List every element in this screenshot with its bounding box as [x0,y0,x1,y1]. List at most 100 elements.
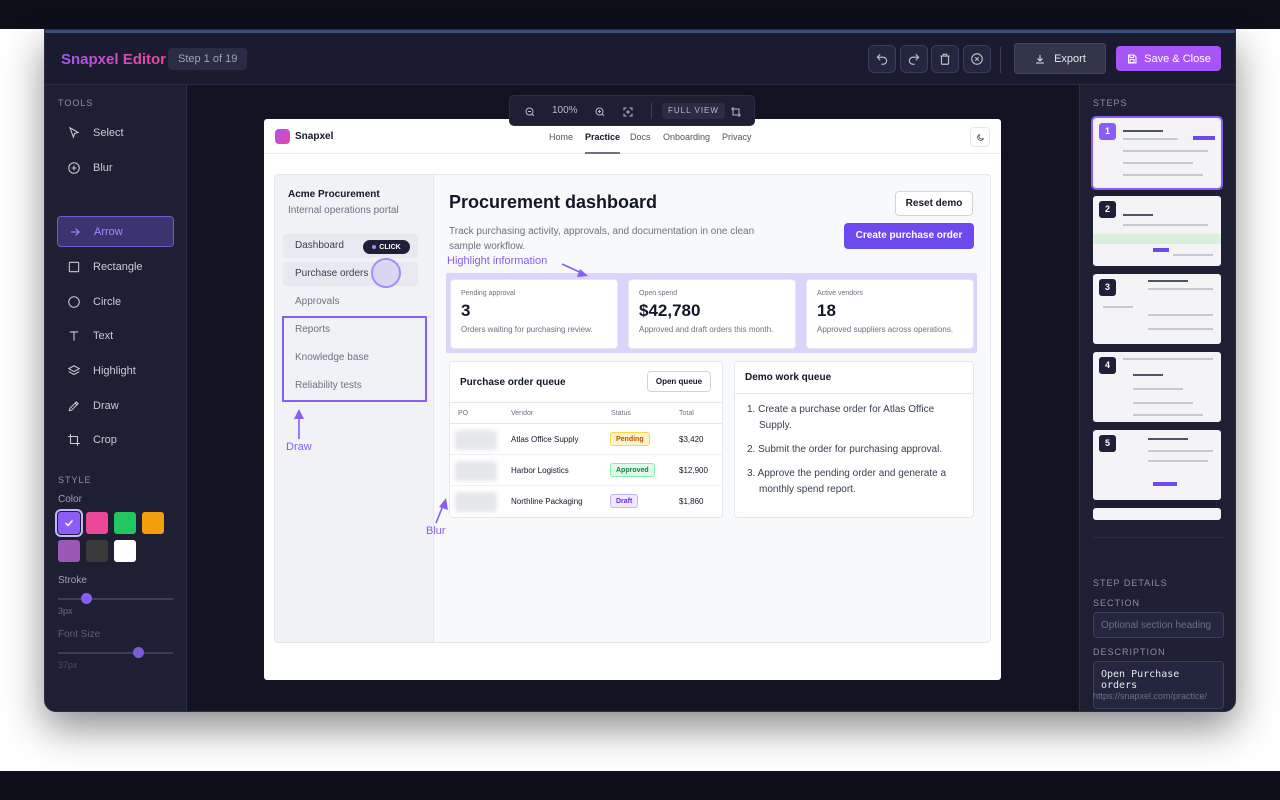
stroke-value: 3px [58,606,73,616]
thumb-line [1148,288,1213,290]
tool-label: Blur [93,161,113,174]
undo-icon [876,53,888,65]
editor-header: Snapxel Editor Step 1 of 19 Export Save … [45,33,1235,85]
thumb-line [1123,358,1213,360]
thumb-line [1148,314,1213,316]
description-textarea[interactable]: Open Purchase orders [1093,661,1224,709]
tool-draw[interactable]: Draw [57,390,174,421]
step-thumbnail-3[interactable]: 3 [1093,274,1221,344]
thumb-line [1193,136,1215,140]
step-number: 3 [1099,279,1116,296]
step-thumbnail-2[interactable]: 2 [1093,196,1221,266]
step-number: 5 [1099,435,1116,452]
editor-window: Snapxel Editor Step 1 of 19 Export Save … [44,29,1236,712]
thumb-line [1093,234,1221,244]
step-number: 1 [1099,123,1116,140]
thumb-line [1133,388,1183,390]
tool-select[interactable]: Select [57,117,174,148]
text-icon [69,330,79,341]
thumb-line [1148,438,1188,440]
thumb-line [1153,248,1169,252]
screenshot-preview[interactable]: Snapxel Home Practice Docs Onboarding Pr… [264,119,1001,680]
editor-canvas[interactable]: Snapxel Home Practice Docs Onboarding Pr… [187,85,1079,711]
font-size-slider-handle[interactable] [133,647,144,658]
step-thumbnail-6-partial[interactable] [1093,508,1221,520]
stroke-slider[interactable] [58,598,173,600]
undo-button[interactable] [868,45,896,73]
step-details-title: STEP DETAILS [1093,578,1168,588]
thumb-line [1148,450,1213,452]
tool-label: Select [93,126,124,139]
tool-label: Text [93,329,114,342]
thumb-line [1173,254,1213,256]
color-swatch-violet[interactable] [55,509,83,537]
color-swatch-pink[interactable] [86,512,108,534]
save-close-label: Save & Close [1144,52,1211,65]
thumb-line [1123,214,1153,216]
color-swatch-green[interactable] [114,512,136,534]
thumb-line [1123,138,1178,140]
color-swatch-white[interactable] [114,540,136,562]
check-icon [64,519,74,527]
stroke-label: Stroke [58,575,87,586]
thumb-line [1133,374,1163,376]
stroke-slider-handle[interactable] [81,593,93,604]
zoom-in-button[interactable] [594,105,606,123]
step-number: 2 [1099,201,1116,218]
zoom-toolbar: 100% FULL VIEW [509,95,755,126]
save-close-button[interactable]: Save & Close [1116,46,1221,71]
cursor-icon [68,126,80,139]
arrow-right-icon [70,227,80,236]
step-thumbnail-1[interactable]: 1 [1091,116,1223,190]
zoom-divider [651,103,652,119]
tool-crop[interactable]: Crop [57,424,174,455]
layers-icon [67,364,81,375]
tool-arrow[interactable]: Arrow [57,216,174,247]
section-heading-input[interactable]: Optional section heading [1093,612,1224,638]
export-button[interactable]: Export [1014,43,1106,74]
color-swatch-purple[interactable] [58,540,80,562]
full-view-button[interactable]: FULL VIEW [662,103,725,119]
header-divider [1000,47,1001,73]
circle-icon [68,295,80,308]
color-label: Color [58,494,82,505]
redo-button[interactable] [900,45,928,73]
thumb-line [1123,174,1203,176]
color-swatch-dark[interactable] [86,540,108,562]
font-size-slider[interactable] [58,652,173,654]
tools-sidebar: TOOLS Select Blur Arrow Rectangle Circle… [45,85,187,711]
panel-divider [1093,537,1224,538]
redo-icon [908,53,920,65]
thumb-line [1123,130,1163,132]
tool-circle[interactable]: Circle [57,286,174,317]
tool-label: Crop [93,433,117,446]
description-field-label: DESCRIPTION [1093,647,1166,657]
zoom-out-button[interactable] [524,105,536,123]
tool-label: Circle [93,295,122,308]
fit-screen-button[interactable] [622,105,634,123]
crop-view-button[interactable] [730,105,742,123]
crop-icon [68,433,80,446]
tool-highlight[interactable]: Highlight [57,355,174,386]
annotation-arrows [294,263,588,524]
thumb-line [1148,328,1213,330]
tool-text[interactable]: Text [57,320,174,351]
thumb-line [1148,280,1188,282]
crop-icon [731,107,741,117]
tool-blur[interactable]: Blur [57,152,174,183]
step-url: https://snapxel.com/practice/ [1093,691,1208,701]
close-circle-icon [971,53,983,65]
step-thumbnail-5[interactable]: 5 [1093,430,1221,500]
zoom-level: 100% [552,105,578,116]
thumb-line [1123,224,1208,226]
thumb-line [1133,402,1193,404]
tool-label: Arrow [94,225,123,238]
clear-button[interactable] [963,45,991,73]
font-size-value: 37px [58,660,78,670]
color-swatch-orange[interactable] [142,512,164,534]
step-thumbnail-4[interactable]: 4 [1093,352,1221,422]
tool-rectangle[interactable]: Rectangle [57,251,174,282]
zoom-in-icon [595,107,605,117]
tool-label: Draw [93,399,119,412]
delete-button[interactable] [931,45,959,73]
